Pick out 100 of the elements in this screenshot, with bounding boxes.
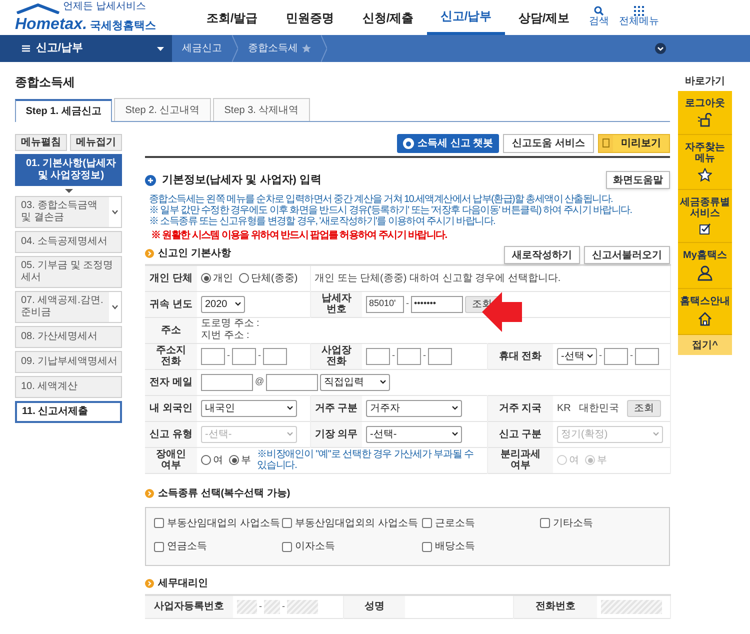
- field-label: 신고 유형: [149, 428, 193, 440]
- input-field[interactable]: [635, 348, 659, 364]
- checkbox-option[interactable]: 배당소득: [422, 539, 475, 554]
- field-text: 개인 또는 단체(종중) 대하여 신고할 경우에 선택합니다.: [314, 272, 561, 286]
- sidebar-item[interactable]: 05. 기부금 및 조정명세서: [15, 256, 122, 288]
- separator: -: [423, 349, 426, 362]
- chevron-divider-icon: [232, 35, 238, 62]
- checkbox-option[interactable]: 이자소득: [282, 539, 335, 554]
- caret-icon: [380, 380, 386, 384]
- search-link[interactable]: 검색: [589, 6, 609, 29]
- radio-option[interactable]: 개인: [201, 270, 233, 286]
- step-tab[interactable]: Step 1. 세금신고: [15, 99, 112, 122]
- radio-option[interactable]: 부: [229, 452, 251, 468]
- input-field[interactable]: [266, 374, 318, 390]
- quick-link[interactable]: 자주찾는 메뉴: [678, 135, 732, 190]
- dropdown[interactable]: -선택: [557, 348, 597, 364]
- field-label: 거주 구분: [314, 402, 358, 414]
- dropdown[interactable]: -선택-: [366, 426, 462, 442]
- expand-icon: [655, 43, 666, 54]
- sidebar-item[interactable]: 09. 기납부세액명세서: [15, 351, 122, 373]
- logo-name: 국세청홈택스: [90, 20, 156, 32]
- sidebar-button[interactable]: 메뉴접기: [70, 134, 122, 151]
- input-field[interactable]: [263, 348, 287, 364]
- star-icon: [698, 168, 712, 182]
- nav-tab[interactable]: 신청/제출: [349, 0, 427, 35]
- input-field[interactable]: [397, 348, 421, 364]
- field-label: 납세자 번호: [320, 293, 352, 315]
- field-label: 전자 메일: [149, 376, 193, 388]
- breadcrumb-link[interactable]: 종합소득세: [238, 41, 321, 56]
- chatbot-icon: [402, 138, 414, 149]
- input-field[interactable]: [232, 348, 256, 364]
- nav-tab[interactable]: 상담/제보: [505, 0, 583, 35]
- nav-tab[interactable]: 조회/발급: [193, 0, 271, 35]
- input-field[interactable]: [366, 348, 390, 364]
- field-label: 전화번호: [535, 601, 576, 612]
- field-label: 성명: [364, 601, 384, 612]
- sidebar-item[interactable]: 11. 신고서제출: [15, 401, 122, 423]
- form-button[interactable]: 새로작성하기: [504, 246, 580, 264]
- checkbox-option[interactable]: 부동산임대업외의 사업소득: [282, 516, 418, 530]
- down-triangle-icon: [64, 189, 72, 193]
- chevron-divider-icon: [321, 35, 327, 62]
- quick-link[interactable]: 로그아웃: [678, 91, 732, 135]
- info-text: ※ 일부 값만 수정한 경우에도 이후 화면을 반드시 경유('등록하기' 또는 '저장후 다음이동' 버튼클릭) 하여 주시기 바랍니다.: [148, 205, 633, 216]
- sidebar-button[interactable]: 메뉴펼침: [15, 134, 67, 151]
- breadcrumb-link[interactable]: 세금신고: [172, 41, 232, 56]
- page-title: 종합소득세: [15, 75, 76, 89]
- radio-option: 여: [557, 452, 579, 468]
- field-label: 귀속 년도: [149, 298, 193, 310]
- preview-button[interactable]: 미리보기: [598, 134, 670, 153]
- bullet-icon: [145, 249, 154, 258]
- lookup-button[interactable]: 조회: [626, 400, 661, 416]
- dropdown[interactable]: 내국인: [201, 400, 297, 416]
- collapse-button[interactable]: 접기^: [678, 335, 732, 355]
- dropdown[interactable]: 2020: [201, 296, 245, 312]
- caret-icon: [452, 406, 458, 410]
- input-field[interactable]: [201, 374, 253, 390]
- sidebar-item[interactable]: 10. 세액계산: [15, 376, 122, 398]
- step-tab[interactable]: Step 3. 삭제내역: [213, 98, 310, 121]
- field-label: 휴대 전화: [498, 350, 542, 362]
- nav-tab[interactable]: 민원증명: [271, 0, 349, 35]
- separator: -: [282, 600, 285, 613]
- dropdown-caret-icon: [109, 292, 121, 322]
- separator: -: [599, 349, 602, 362]
- all-menu-link[interactable]: 전체메뉴: [619, 6, 659, 29]
- help-button[interactable]: 화면도움말: [606, 171, 670, 189]
- input-field[interactable]: [428, 348, 452, 364]
- sidebar-item[interactable]: 08. 가산세명세서: [15, 326, 122, 348]
- radio-option[interactable]: 여: [201, 452, 223, 468]
- chatbot-button[interactable]: 소득세 신고 챗봇: [396, 134, 500, 153]
- checkbox-icon: [699, 223, 711, 235]
- caret-icon: [157, 46, 164, 50]
- sidebar-item[interactable]: 07. 세액공제.감면.준비금: [15, 291, 122, 323]
- sidebar-item[interactable]: 04. 소득공제명세서: [15, 231, 122, 253]
- step-tab[interactable]: Step 2. 신고내역: [114, 98, 211, 121]
- sidebar-item[interactable]: 03. 종합소득금액 및 결손금: [15, 196, 122, 228]
- sidebar-item[interactable]: 01. 기본사항(납세자 및 사업장정보): [15, 154, 122, 186]
- input-field[interactable]: 85010': [366, 296, 404, 312]
- menu-dropdown[interactable]: 신고/납부: [0, 35, 172, 62]
- separator: -: [259, 600, 262, 613]
- dropdown: -선택-: [201, 426, 297, 442]
- checkbox-option[interactable]: 근로소득: [422, 516, 475, 530]
- checkbox-option[interactable]: 기타소득: [540, 516, 593, 530]
- plus-circle-icon: [145, 174, 156, 186]
- quick-link[interactable]: My홈택스: [678, 243, 732, 289]
- radio-option[interactable]: 단체(종중): [239, 270, 298, 286]
- service-button[interactable]: 신고도움 서비스: [503, 134, 594, 153]
- field-text: 대한민국: [578, 402, 619, 416]
- info-text: ※ 소득종류 또는 신고유형를 변경할 경우, '새로작성하기'를 이용하여 주시기 바랍니다.: [148, 216, 496, 227]
- checkbox-option[interactable]: 연금소득: [154, 539, 207, 554]
- dropdown[interactable]: 직접입력: [320, 374, 390, 390]
- quick-link[interactable]: 세금종류별 서비스: [678, 190, 732, 243]
- bullet-icon: [145, 488, 154, 498]
- dropdown[interactable]: 거주자: [366, 400, 462, 416]
- input-field[interactable]: [604, 348, 628, 364]
- input-field[interactable]: •••••••: [411, 296, 463, 312]
- form-button[interactable]: 신고서불러오기: [584, 246, 670, 264]
- input-field[interactable]: [201, 348, 225, 364]
- caret-icon: [235, 302, 241, 306]
- checkbox-option[interactable]: 부동산임대업의 사업소득: [154, 516, 280, 530]
- field-label: 사업장 전화: [320, 345, 352, 367]
